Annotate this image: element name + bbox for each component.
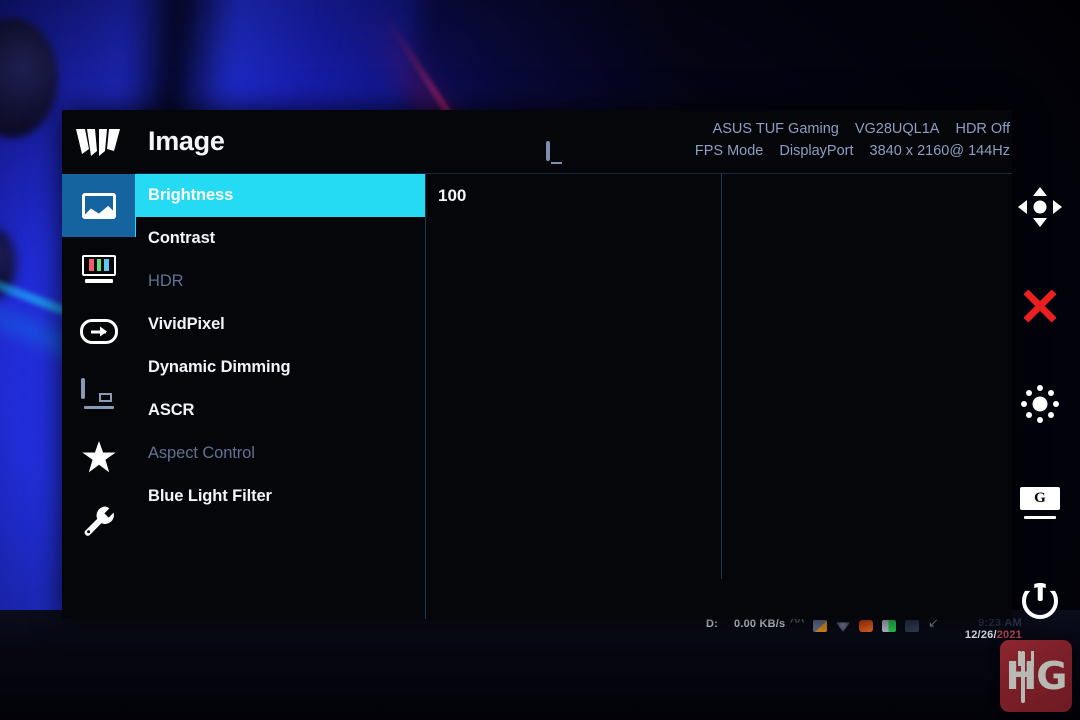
osd-value-column: 100 <box>426 174 1012 619</box>
page-title: Image <box>148 126 225 156</box>
sidebar-item-image[interactable] <box>62 174 138 237</box>
pip-pbp-icon <box>81 378 117 409</box>
hg-logo-text: HG <box>1005 654 1068 698</box>
brightness-button[interactable] <box>1017 381 1063 427</box>
input-select-icon <box>80 319 118 344</box>
menu-item-label: Contrast <box>148 229 216 247</box>
hg-logo-watermark: HG <box>1000 640 1072 712</box>
app-tray-icon-orange[interactable] <box>813 620 827 632</box>
gameplus-letter: G <box>1034 489 1046 506</box>
clock-date-md: 12/26/ <box>964 628 997 641</box>
osd-monitor-info: ASUS TUF Gaming VG28UQL1A HDR Off FPS Mo… <box>542 118 1012 163</box>
menu-item-aspect-control[interactable]: Aspect Control <box>136 432 425 475</box>
hdr-status: HDR Off <box>955 121 1010 137</box>
fork-icon <box>1018 651 1034 703</box>
menu-item-ascr[interactable]: ASCR <box>136 389 425 432</box>
gameplus-g-icon: G <box>1020 486 1060 519</box>
app-tray-icon-red[interactable] <box>859 620 873 632</box>
windows-taskbar: D: 0.00 KB/s D: 0.00 KB/s 9:23 AM 12/26/… <box>0 606 1080 720</box>
osd-vertical-divider <box>721 174 722 579</box>
app-tray-icon-green[interactable] <box>882 620 896 632</box>
sun-icon <box>1020 384 1060 424</box>
app-tray-icon-arrow[interactable] <box>928 615 942 632</box>
monitor-model: VG28UQL1A <box>854 121 940 137</box>
sidebar-item-pip-pbp[interactable] <box>62 363 136 426</box>
resolution-refresh: 3840 x 2160@ 144Hz <box>869 143 1010 160</box>
menu-item-blue-light-filter[interactable]: Blue Light Filter <box>136 475 425 518</box>
network-speed-value: 0.00 KB/s <box>734 618 786 630</box>
menu-item-label: ASCR <box>148 401 195 419</box>
navigation-joystick-button[interactable] <box>1017 184 1063 230</box>
sidebar-item-color[interactable] <box>62 237 136 300</box>
input-source: DisplayPort <box>779 143 854 160</box>
close-x-icon <box>1021 287 1059 325</box>
power-button[interactable] <box>1017 578 1063 624</box>
monitor-brand: ASUS TUF Gaming <box>712 121 839 137</box>
osd-header: Image ASUS TUF Gaming VG28UQL1A HDR Off … <box>62 110 1012 174</box>
menu-item-label: HDR <box>148 272 184 290</box>
menu-item-label: Dynamic Dimming <box>148 358 291 376</box>
sidebar-item-input-select[interactable] <box>62 300 136 363</box>
menu-item-label: VividPixel <box>148 315 225 333</box>
brightness-value: 100 <box>438 186 467 205</box>
menu-item-label: Aspect Control <box>148 444 255 462</box>
star-icon <box>82 441 116 473</box>
preset-mode: FPS Mode <box>694 143 764 160</box>
show-hidden-icons-chevron-icon[interactable] <box>790 614 805 632</box>
menu-item-label: Brightness <box>148 186 234 204</box>
menu-item-brightness[interactable]: Brightness <box>136 174 425 217</box>
menu-item-label: Blue Light Filter <box>148 487 272 505</box>
menu-item-hdr[interactable]: HDR <box>136 260 425 303</box>
osd-sidebar <box>62 174 138 619</box>
osd-info-row-2: FPS Mode DisplayPort 3840 x 2160@ 144Hz <box>542 140 1012 162</box>
gameplus-button[interactable]: G <box>1017 480 1063 526</box>
five-way-joystick-icon <box>1018 187 1062 227</box>
tuf-gaming-logo-icon <box>62 110 136 174</box>
network-speed-label: D: <box>706 618 719 630</box>
menu-item-dynamic-dimming[interactable]: Dynamic Dimming <box>136 346 425 389</box>
wrench-icon <box>82 504 116 538</box>
color-bars-icon <box>82 254 116 283</box>
monitor-control-rail: G <box>1000 172 1080 638</box>
menu-item-vividpixel[interactable]: VividPixel <box>136 303 425 346</box>
menu-item-contrast[interactable]: Contrast <box>136 217 425 260</box>
network-speed-indicator[interactable]: D: 0.00 KB/s <box>706 618 785 630</box>
close-button[interactable] <box>1017 283 1063 329</box>
picture-icon <box>82 192 116 219</box>
system-tray-icons[interactable] <box>790 614 942 632</box>
osd-menu-list: Brightness Contrast HDR VividPixel Dynam… <box>136 174 426 619</box>
sidebar-item-system-setup[interactable] <box>62 489 136 552</box>
app-tray-icon-blue[interactable] <box>836 622 850 632</box>
sidebar-item-shortcut[interactable] <box>62 426 136 489</box>
monitor-osd-panel: Image ASUS TUF Gaming VG28UQL1A HDR Off … <box>62 110 1012 619</box>
app-tray-icon-grey[interactable] <box>905 620 919 632</box>
power-icon <box>1022 583 1058 619</box>
osd-body: Brightness Contrast HDR VividPixel Dynam… <box>62 174 1012 619</box>
monitor-icon <box>546 140 550 162</box>
osd-info-row-1: ASUS TUF Gaming VG28UQL1A HDR Off <box>542 118 1012 140</box>
